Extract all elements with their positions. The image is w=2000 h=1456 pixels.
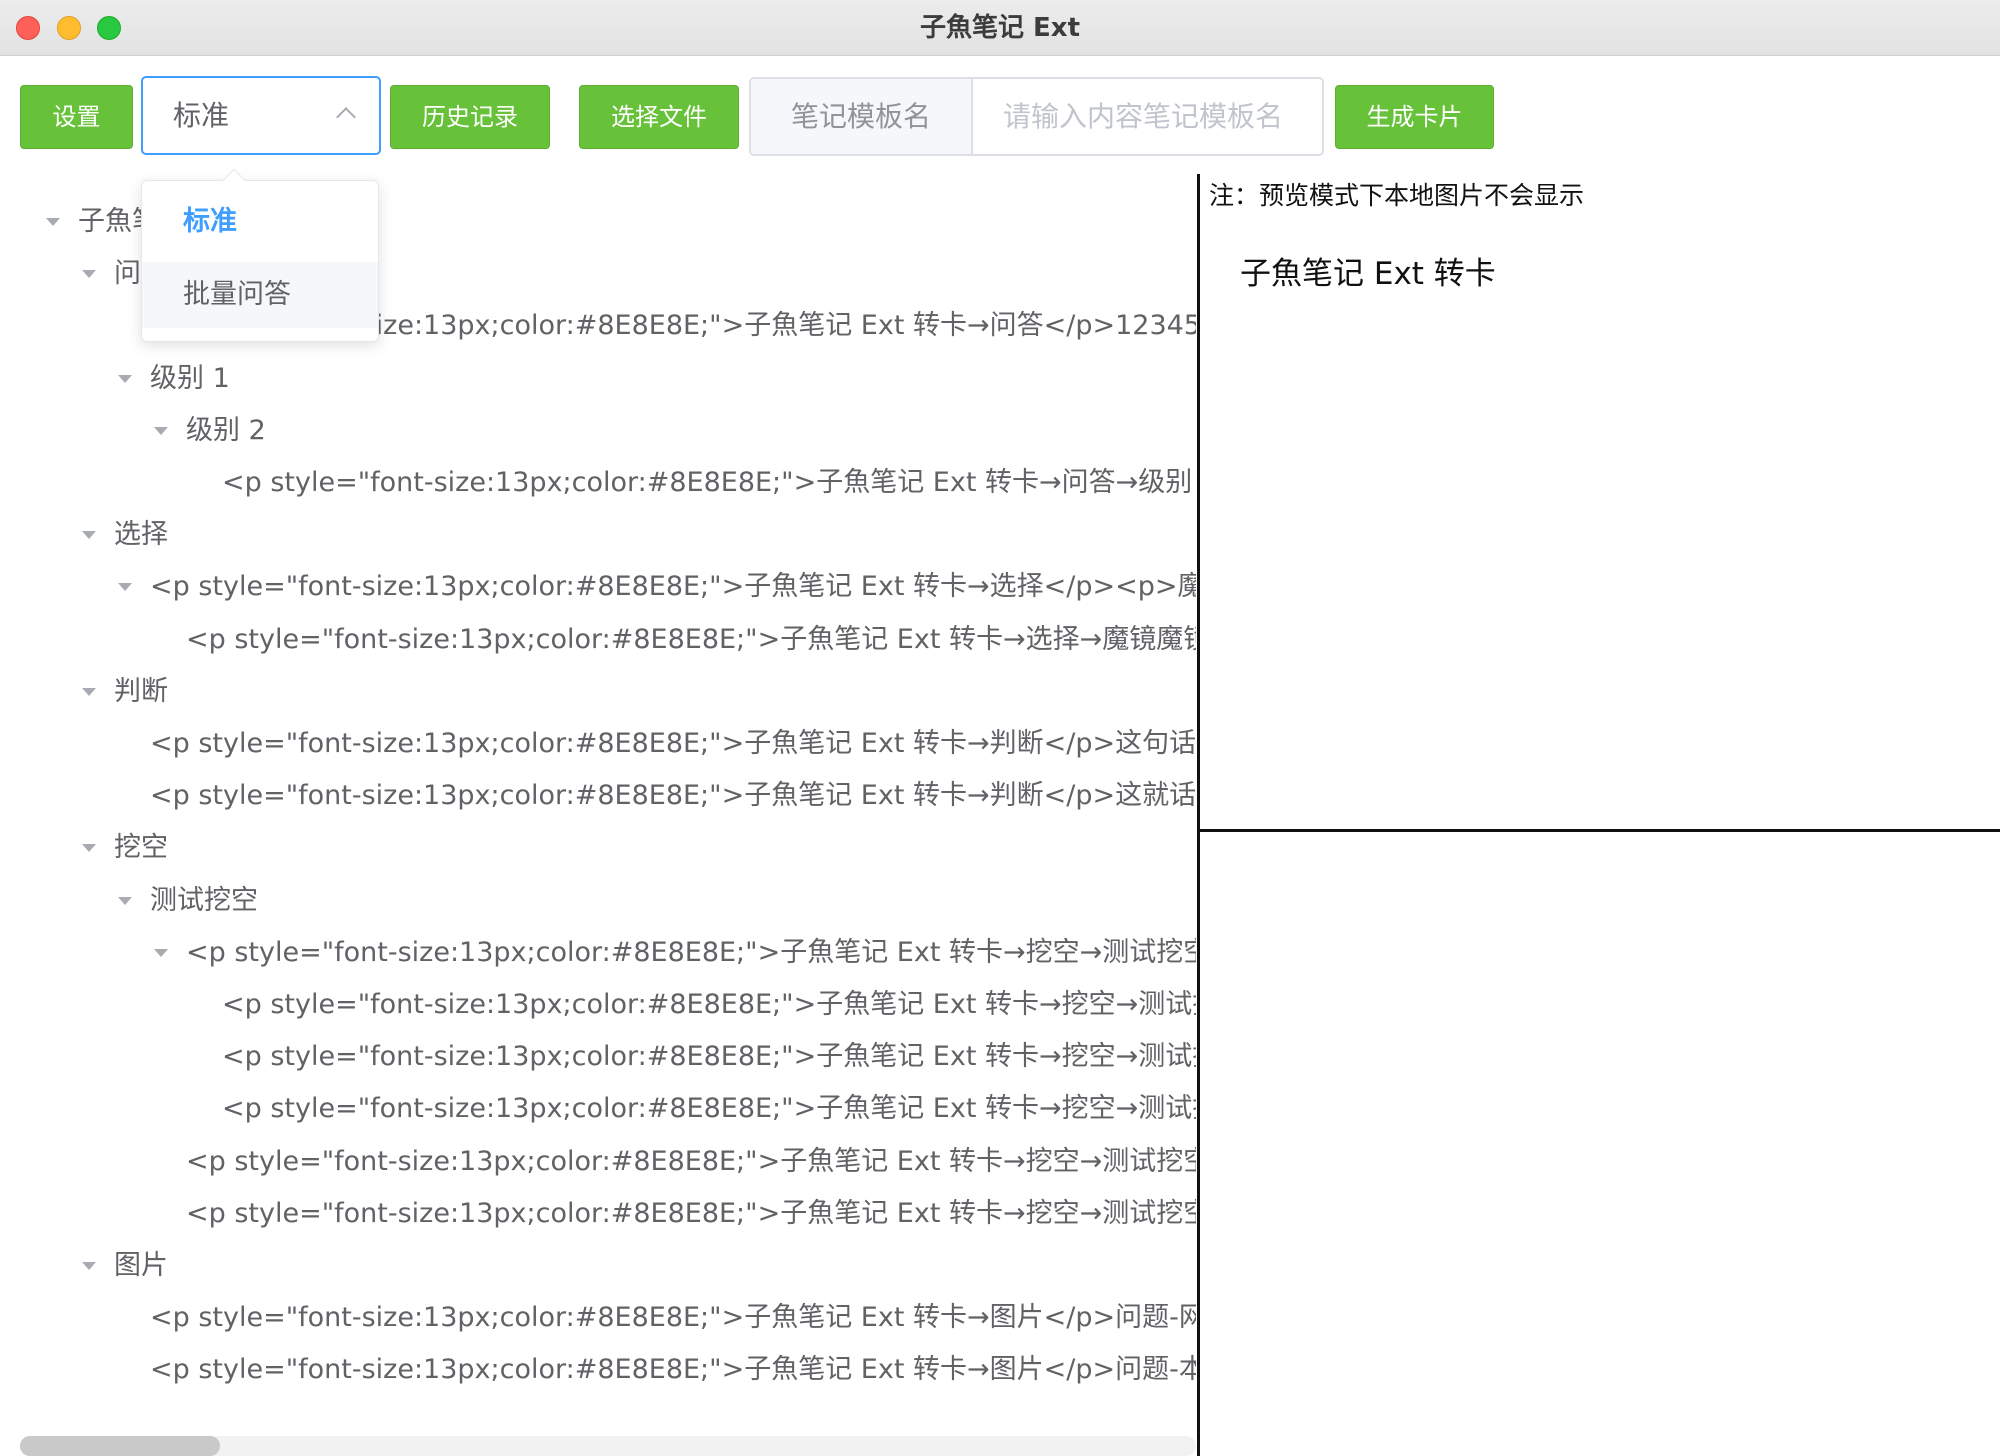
caret-down-icon[interactable] xyxy=(82,531,96,540)
preview-card-title: 子魚笔记 Ext 转卡 xyxy=(1240,256,1496,292)
tree-node[interactable]: <p style="font-size:13px;color:#8E8E8E;"… xyxy=(0,927,1196,979)
tree-node[interactable]: <p style="font-size:13px;color:#8E8E8E;"… xyxy=(0,614,1196,666)
tree-node[interactable]: 选择 xyxy=(0,509,1196,561)
scrollbar-thumb[interactable] xyxy=(20,1436,220,1456)
tree-node-label: 挖空 xyxy=(114,832,168,864)
tree-node-label: 选择 xyxy=(114,519,168,551)
window-title: 子魚笔记 Ext xyxy=(919,13,1080,43)
tree-node[interactable]: 判断 xyxy=(0,666,1196,718)
tree-node-label: <p style="font-size:13px;color:#8E8E8E;"… xyxy=(222,1041,1196,1073)
tree-node[interactable]: <p style="font-size:13px;color:#8E8E8E;"… xyxy=(0,1188,1196,1240)
template-name-field-group: 笔记模板名 xyxy=(749,77,1324,156)
caret-down-icon[interactable] xyxy=(82,687,96,696)
tree-node[interactable]: <p style="font-size:13px;color:#8E8E8E;"… xyxy=(0,770,1196,822)
dropdown-option-standard[interactable]: 标准 xyxy=(142,189,378,255)
caret-down-icon[interactable] xyxy=(118,896,132,905)
choose-file-button[interactable]: 选择文件 xyxy=(579,85,739,149)
pane-divider-vertical xyxy=(1197,174,1200,1456)
tree-node-label: <p style="font-size:13px;color:#8E8E8E;"… xyxy=(222,989,1196,1020)
tree-node[interactable]: <p style="font-size:13px;color:#8E8E8E;"… xyxy=(0,1344,1196,1396)
chevron-up-icon xyxy=(336,107,356,127)
template-name-input[interactable] xyxy=(975,79,1322,154)
tree-node-label: <p style="font-size:13px;color:#8E8E8E;"… xyxy=(186,1197,1196,1229)
mode-dropdown: 标准 批量问答 xyxy=(141,168,379,342)
generate-cards-button[interactable]: 生成卡片 xyxy=(1335,85,1494,149)
tree-node-label: <p style="font-size:13px;color:#8E8E8E;"… xyxy=(186,623,1196,655)
tree-node[interactable]: 挖空 xyxy=(0,822,1196,874)
tree-node-label: 图片 xyxy=(114,1250,168,1281)
tree-node-label: <p style="font-size:13px;color:#8E8E8E;"… xyxy=(150,728,1196,759)
title-bar: 子魚笔记 Ext xyxy=(0,0,2000,56)
dropdown-option-batch-qa[interactable]: 批量问答 xyxy=(142,262,378,328)
history-button[interactable]: 历史记录 xyxy=(390,85,550,149)
caret-down-icon[interactable] xyxy=(46,218,60,226)
mode-select-value: 标准 xyxy=(173,99,230,132)
settings-button[interactable]: 设置 xyxy=(20,85,133,149)
caret-down-icon[interactable] xyxy=(82,844,96,853)
caret-down-icon[interactable] xyxy=(118,583,132,592)
tree-node[interactable]: 图片 xyxy=(0,1240,1196,1292)
caret-down-icon[interactable] xyxy=(82,1262,96,1270)
tree-node[interactable]: <p style="font-size:13px;color:#8E8E8E;"… xyxy=(0,718,1196,770)
tree-node-label: <p style="font-size:13px;color:#8E8E8E;"… xyxy=(150,571,1196,603)
mode-select[interactable]: 标准 xyxy=(141,76,381,155)
caret-down-icon[interactable] xyxy=(82,270,96,279)
tree-node[interactable]: <p style="font-size:13px;color:#8E8E8E;"… xyxy=(0,1083,1196,1135)
tree-node[interactable]: <p style="font-size:13px;color:#8E8E8E;"… xyxy=(0,1136,1196,1188)
tree-node[interactable]: 测试挖空 xyxy=(0,875,1196,927)
tree-node-label: <p style="font-size:13px;color:#8E8E8E;"… xyxy=(186,936,1196,968)
preview-note: 注：预览模式下本地图片不会显示 xyxy=(1209,181,1585,210)
tree-node-label: <p style="font-size:13px;color:#8E8E8E;"… xyxy=(222,1093,1196,1125)
caret-down-icon[interactable] xyxy=(154,948,168,957)
template-name-prepend: 笔记模板名 xyxy=(751,79,973,154)
horizontal-scrollbar[interactable] xyxy=(20,1436,1196,1456)
tree-node[interactable]: <p style="font-size:13px;color:#8E8E8E;"… xyxy=(0,1292,1196,1344)
tree-node[interactable]: <p style="font-size:13px;color:#8E8E8E;"… xyxy=(0,979,1196,1031)
tree-node[interactable]: <p style="font-size:13px;color:#8E8E8E;"… xyxy=(0,457,1196,509)
tree-node-label: <p style="font-size:13px;color:#8E8E8E;"… xyxy=(222,467,1196,498)
tree-node-label: 级别 2 xyxy=(186,414,266,446)
tree-node-label: <p style="font-size:13px;color:#8E8E8E;"… xyxy=(150,1354,1196,1386)
caret-down-icon[interactable] xyxy=(118,374,132,383)
tree-node[interactable]: <p style="font-size:13px;color:#8E8E8E;"… xyxy=(0,561,1196,613)
tree-node[interactable]: <p style="font-size:13px;color:#8E8E8E;"… xyxy=(0,1031,1196,1083)
tree-node-label: <p style="font-size:13px;color:#8E8E8E;"… xyxy=(150,1302,1196,1334)
tree-node-label: 测试挖空 xyxy=(150,884,258,916)
tree-node-label: 级别 1 xyxy=(150,362,230,394)
tree-node-label: <p style="font-size:13px;color:#8E8E8E;"… xyxy=(186,1145,1196,1177)
tree-node-label: 判断 xyxy=(114,675,168,707)
tree-node[interactable]: 级别 1 xyxy=(0,353,1196,405)
tree-node-label: <p style="font-size:13px;color:#8E8E8E;"… xyxy=(150,780,1196,812)
tree-node[interactable]: 级别 2 xyxy=(0,405,1196,457)
pane-divider-horizontal xyxy=(1197,829,2000,832)
note-tree: 子魚笔记 Ext 转卡问答<p style="font-size:13px;co… xyxy=(0,170,1196,1430)
caret-down-icon[interactable] xyxy=(154,426,168,435)
